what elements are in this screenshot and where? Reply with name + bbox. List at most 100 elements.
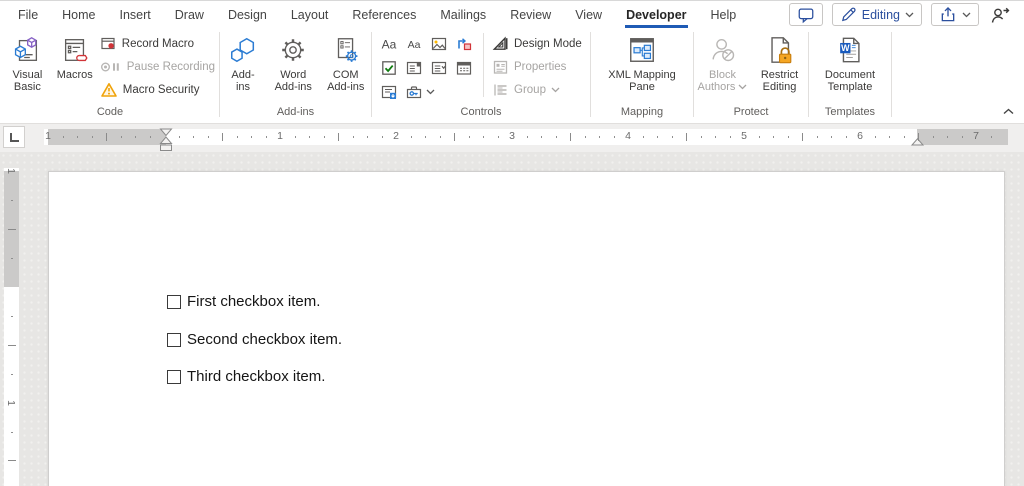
combo-box-control-button[interactable] — [402, 56, 426, 79]
ruler-tick — [309, 136, 310, 138]
drop-down-list-control-button[interactable] — [427, 56, 451, 79]
ruler-half-tick — [918, 133, 919, 141]
ribbon-group-mapping: XML Mapping Pane Mapping — [592, 28, 692, 123]
repeating-section-control-button[interactable] — [377, 80, 401, 103]
pencil-icon — [840, 6, 857, 23]
checkbox-item-text[interactable]: Second checkbox item. — [187, 331, 342, 348]
checkbox-item-text[interactable]: Third checkbox item. — [187, 368, 325, 385]
group-separator — [693, 32, 694, 117]
menu-tab-design[interactable]: Design — [216, 1, 279, 28]
editing-mode-button[interactable]: Editing — [832, 3, 922, 26]
ruler-tick — [773, 136, 774, 138]
ruler-half-tick — [8, 460, 16, 461]
document-template-button[interactable]: W Document Template — [819, 31, 881, 95]
checkbox-content-control[interactable] — [167, 333, 181, 347]
group-separator — [371, 32, 372, 117]
ruler-tick — [11, 316, 13, 317]
pause-recording-icon — [100, 59, 122, 75]
word-add-ins-button[interactable]: Word Add-ins — [269, 31, 318, 95]
ruler-tick — [715, 136, 716, 138]
macros-button[interactable]: Macros — [53, 31, 97, 83]
ruler-number: 1 — [45, 130, 51, 142]
document-canvas: 11 First checkbox item. Second checkbox i… — [0, 152, 1024, 486]
tab-stop-selector[interactable] — [3, 126, 25, 148]
menu-tab-insert[interactable]: Insert — [108, 1, 163, 28]
record-macro-label: Record Macro — [122, 38, 194, 50]
left-tab-icon — [10, 133, 19, 142]
menu-tab-review[interactable]: Review — [498, 1, 563, 28]
picture-control-button[interactable] — [427, 32, 451, 55]
block-authors-button: Block Authors — [695, 31, 750, 95]
xml-mapping-pane-button[interactable]: XML Mapping Pane — [595, 31, 689, 95]
properties-icon — [492, 59, 509, 75]
macros-icon — [60, 33, 90, 67]
ruler-tick — [353, 136, 354, 138]
indent-markers[interactable] — [159, 128, 173, 152]
visual-basic-button[interactable]: Visual Basic — [2, 31, 53, 95]
comments-button[interactable] — [789, 3, 823, 26]
menu-tab-developer[interactable]: Developer — [614, 1, 698, 28]
ribbon-group-templates: W Document Template Templates — [810, 28, 890, 123]
ruler-tick — [367, 136, 368, 138]
visual-basic-label: Visual Basic — [4, 69, 51, 93]
controls-grid: AaAa — [377, 32, 476, 103]
legacy-tools-control-button[interactable] — [402, 80, 448, 103]
com-add-ins-button[interactable]: COM Add-ins — [322, 31, 371, 95]
chevron-down-icon — [426, 89, 435, 95]
menu-tab-layout[interactable]: Layout — [279, 1, 341, 28]
menu-tab-help[interactable]: Help — [699, 1, 749, 28]
menu-tab-draw[interactable]: Draw — [163, 1, 216, 28]
group-label-mapping: Mapping — [592, 106, 692, 123]
editing-mode-label: Editing — [862, 8, 900, 22]
menu-tab-home[interactable]: Home — [50, 1, 107, 28]
checkbox-content-control[interactable] — [167, 295, 181, 309]
menu-tab-view[interactable]: View — [563, 1, 614, 28]
macro-security-button[interactable]: Macro Security — [97, 79, 218, 100]
collapse-ribbon-button[interactable] — [1000, 104, 1016, 118]
ruler-number: 3 — [509, 130, 515, 142]
checkbox-item-text[interactable]: First checkbox item. — [187, 293, 320, 310]
plain-text-icon: Aa — [405, 36, 423, 52]
ruler-number: 1 — [277, 130, 283, 142]
vertical-ruler[interactable]: 11 — [4, 168, 19, 486]
date-picker-control-button[interactable] — [452, 56, 476, 79]
record-macro-button[interactable]: Record Macro — [97, 33, 218, 54]
ruler-tick — [179, 136, 180, 138]
ruler-tick — [527, 136, 528, 138]
checkbox-list-item: Third checkbox item. — [167, 368, 325, 385]
contacts-button[interactable] — [988, 3, 1012, 26]
ruler-tick — [498, 136, 499, 138]
ruler-tick — [11, 432, 13, 433]
restrict-editing-button[interactable]: Restrict Editing — [752, 31, 807, 95]
ruler-tick — [541, 136, 542, 138]
checkbox-list-item: Second checkbox item. — [167, 331, 342, 348]
picture-icon — [430, 36, 448, 52]
share-button[interactable] — [931, 3, 979, 26]
group-label-code: Code — [2, 106, 218, 123]
building-block-gallery-control-button[interactable] — [452, 32, 476, 55]
add-ins-button[interactable]: Add-ins — [221, 31, 265, 95]
check-box-control-button[interactable] — [377, 56, 401, 79]
properties-label: Properties — [514, 61, 566, 73]
menu-tab-references[interactable]: References — [340, 1, 428, 28]
plain-text-control-button[interactable]: Aa — [402, 32, 426, 55]
horizontal-ruler[interactable]: 11234567 — [44, 129, 1008, 145]
pause-recording-label: Pause Recording — [127, 61, 215, 73]
group-label: Group — [514, 84, 546, 96]
group-separator — [219, 32, 220, 117]
ruler-tick — [614, 136, 615, 138]
person-arrow-icon — [990, 6, 1010, 24]
checkbox-list-item: First checkbox item. — [167, 293, 320, 310]
checkbox-content-control[interactable] — [167, 370, 181, 384]
com-add-ins-label: COM Add-ins — [324, 69, 369, 93]
share-icon — [939, 6, 957, 23]
design-mode-button[interactable]: Design Mode — [489, 33, 585, 54]
ruler-tick — [556, 136, 557, 138]
document-page[interactable]: First checkbox item. Second checkbox item… — [48, 171, 1005, 486]
menu-tab-mailings[interactable]: Mailings — [428, 1, 498, 28]
ribbon-group-addins: Add-ins Word Add-ins COM Add-ins Add-ins — [221, 28, 370, 123]
rich-text-control-button[interactable]: Aa — [377, 32, 401, 55]
menu-tab-file[interactable]: File — [6, 1, 50, 28]
add-ins-label: Add-ins — [225, 69, 261, 93]
properties-button: Properties — [489, 56, 585, 77]
